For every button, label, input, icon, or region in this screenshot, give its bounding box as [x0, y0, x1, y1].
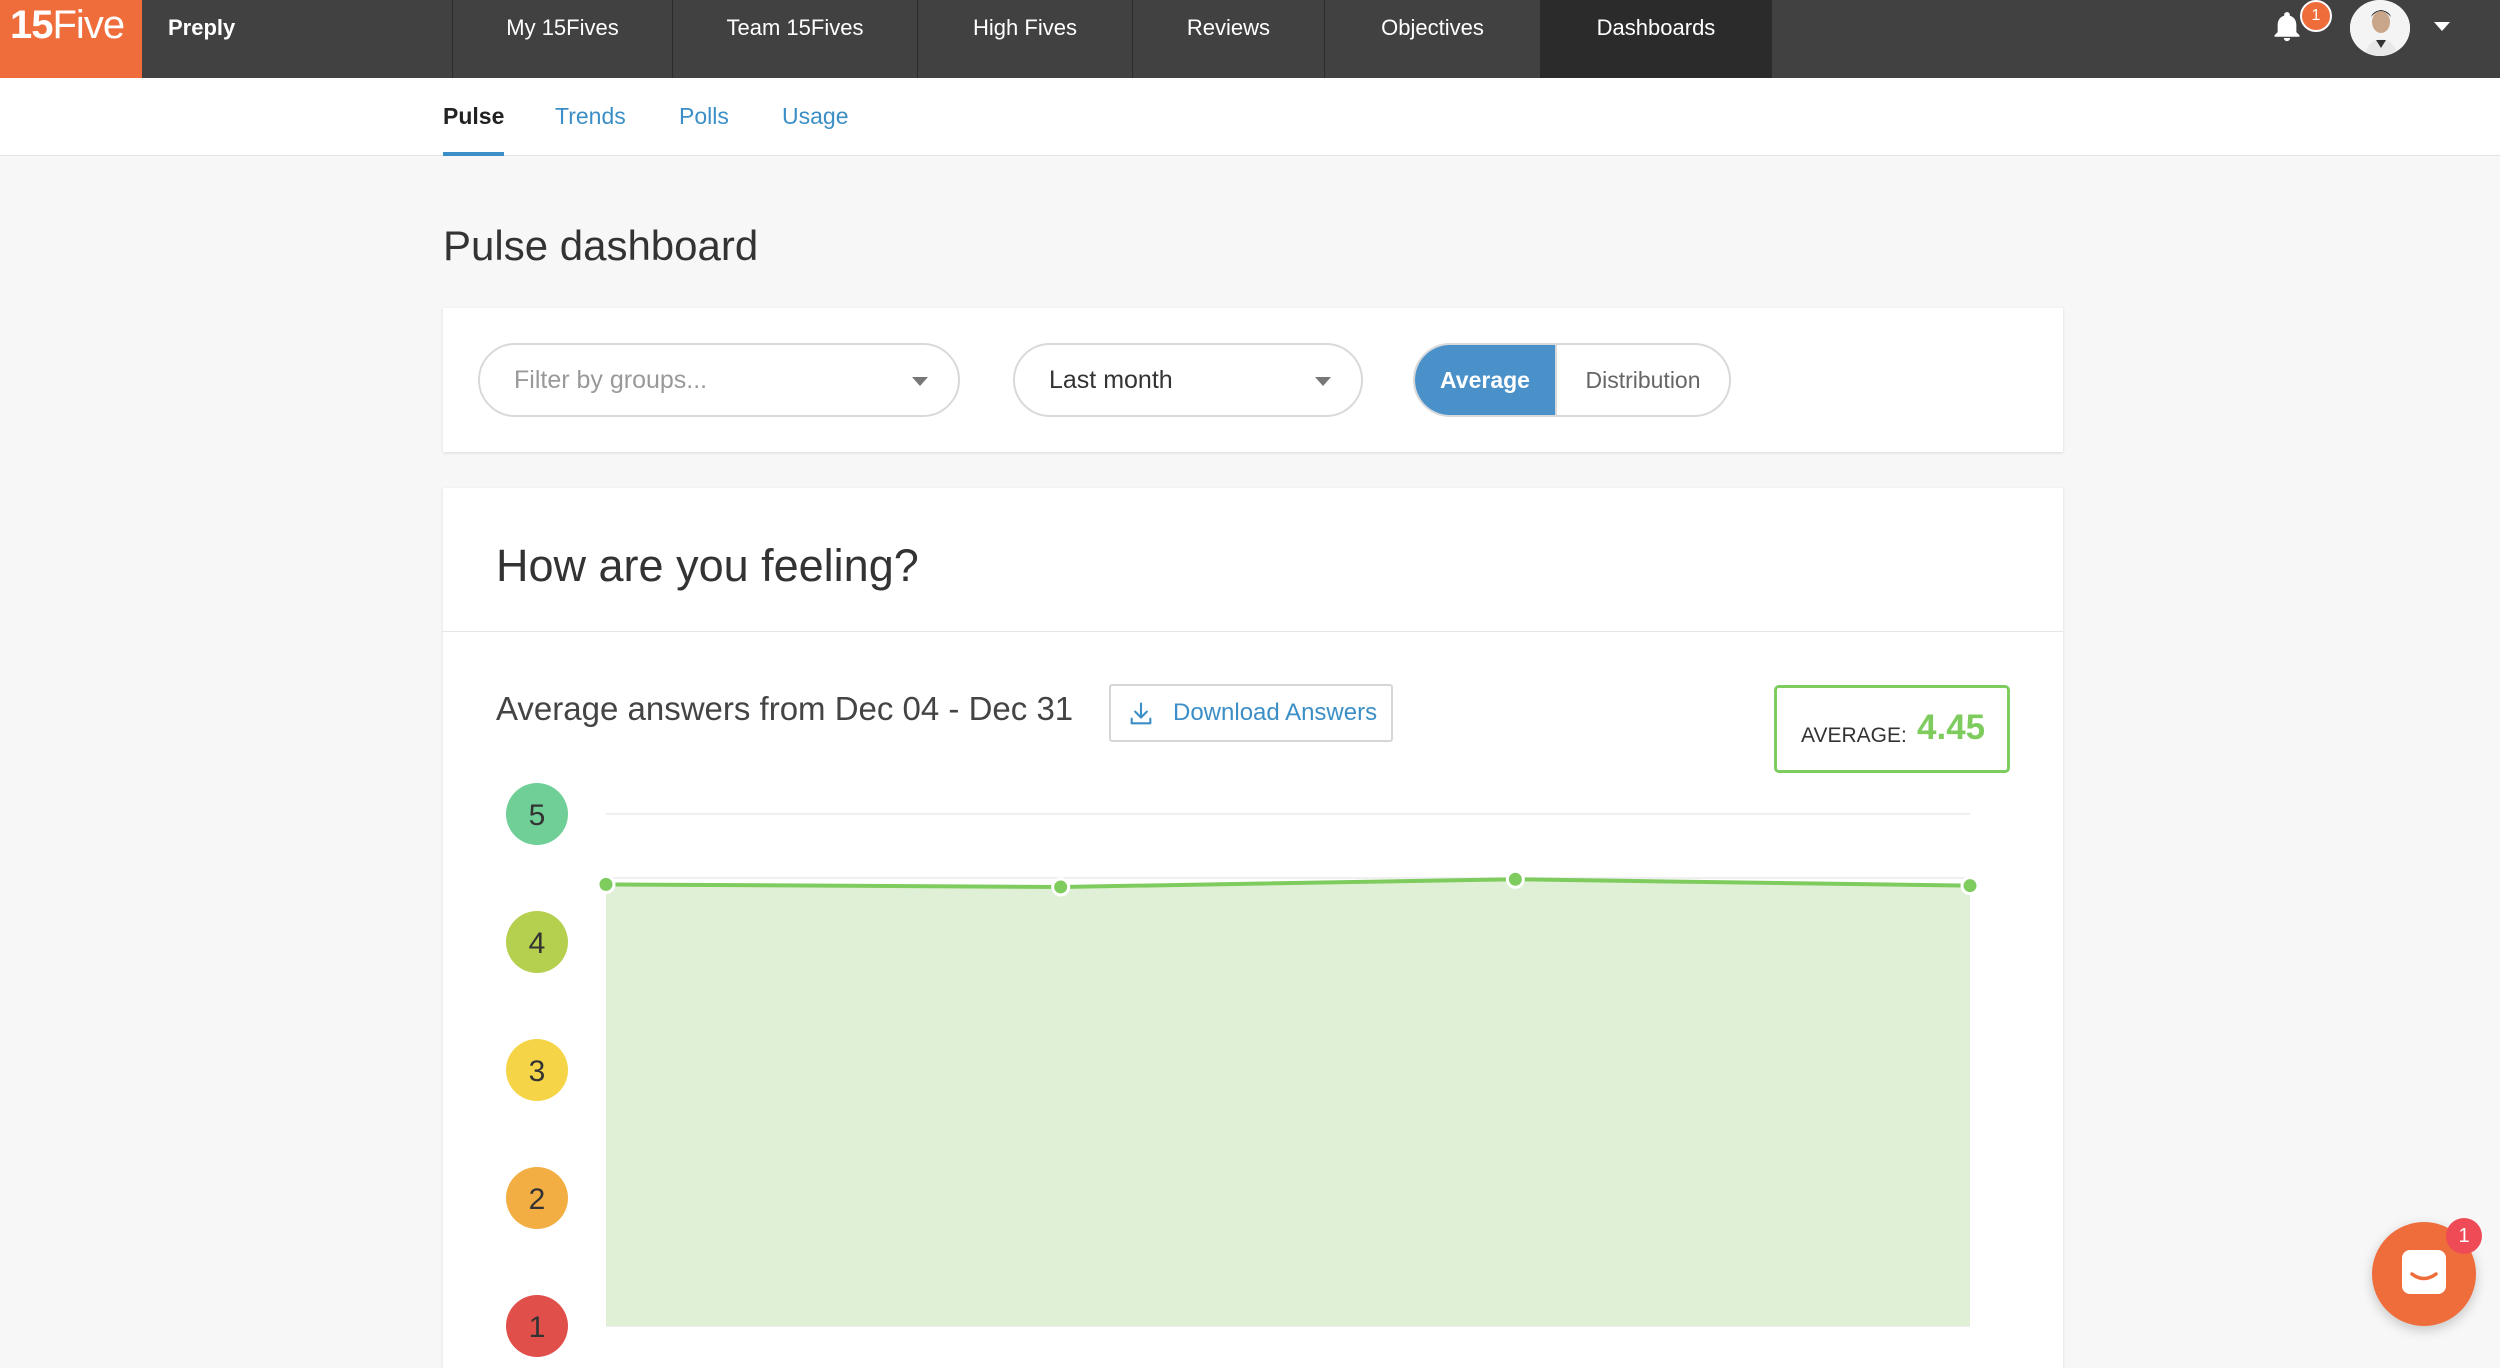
- page-title: Pulse dashboard: [443, 222, 759, 269]
- pulse-average-chart: 5 4 3 2 1: [506, 783, 1980, 1357]
- top-navigation-bar: 15Five Preply My 15Fives Team 15Fives Hi…: [0, 0, 2500, 78]
- y-tick-label: 1: [529, 1311, 546, 1344]
- filter-card: Filter by groups... Last month Average D…: [443, 308, 2063, 452]
- company-name[interactable]: Preply: [168, 0, 235, 56]
- chevron-down-icon: [912, 377, 928, 386]
- pulse-question-card: How are you feeling? Average answers fro…: [443, 488, 2063, 1368]
- user-avatar-image: [2350, 0, 2410, 56]
- subtab-usage[interactable]: Usage: [782, 78, 848, 156]
- subtab-polls[interactable]: Polls: [679, 78, 729, 156]
- logo-bold-text: 15: [10, 3, 53, 47]
- chart-data-point: [1960, 876, 1980, 896]
- notification-badge: 1: [2300, 0, 2332, 32]
- period-select-value: Last month: [1049, 366, 1173, 394]
- chart-data-point: [1051, 877, 1071, 897]
- view-distribution-button[interactable]: Distribution: [1555, 345, 1729, 415]
- nav-tab-reviews[interactable]: Reviews: [1132, 0, 1324, 78]
- dashboard-subnav: Pulse Trends Polls Usage: [0, 78, 2500, 156]
- group-filter-select[interactable]: Filter by groups...: [478, 343, 960, 417]
- bell-icon[interactable]: [2270, 10, 2304, 44]
- y-tick-label: 3: [529, 1055, 546, 1088]
- nav-tab-my-15fives[interactable]: My 15Fives: [452, 0, 672, 78]
- period-select[interactable]: Last month: [1013, 343, 1363, 417]
- view-average-button[interactable]: Average: [1415, 345, 1555, 415]
- nav-tab-dashboards[interactable]: Dashboards: [1540, 0, 1772, 78]
- y-tick-label: 5: [529, 799, 546, 832]
- chevron-down-icon: [1315, 377, 1331, 386]
- view-mode-toggle: Average Distribution: [1413, 343, 1731, 417]
- y-tick-label: 2: [529, 1183, 546, 1216]
- logo-light-text: Five: [52, 3, 126, 47]
- nav-tab-high-fives[interactable]: High Fives: [917, 0, 1132, 78]
- y-tick-label: 4: [529, 927, 546, 960]
- chart-data-point: [1505, 869, 1525, 889]
- user-menu-caret-icon[interactable]: [2434, 22, 2450, 31]
- subtab-trends[interactable]: Trends: [555, 78, 626, 156]
- nav-tab-objectives[interactable]: Objectives: [1324, 0, 1540, 78]
- chat-unread-badge: 1: [2446, 1218, 2482, 1254]
- app-logo[interactable]: 15Five: [0, 0, 142, 78]
- chart-area-fill: [606, 879, 1970, 1326]
- user-avatar[interactable]: [2350, 0, 2410, 56]
- subtab-pulse[interactable]: Pulse: [443, 78, 505, 156]
- group-filter-placeholder: Filter by groups...: [514, 366, 708, 394]
- chart-data-point: [596, 874, 616, 894]
- nav-tab-team-15fives[interactable]: Team 15Fives: [672, 0, 917, 78]
